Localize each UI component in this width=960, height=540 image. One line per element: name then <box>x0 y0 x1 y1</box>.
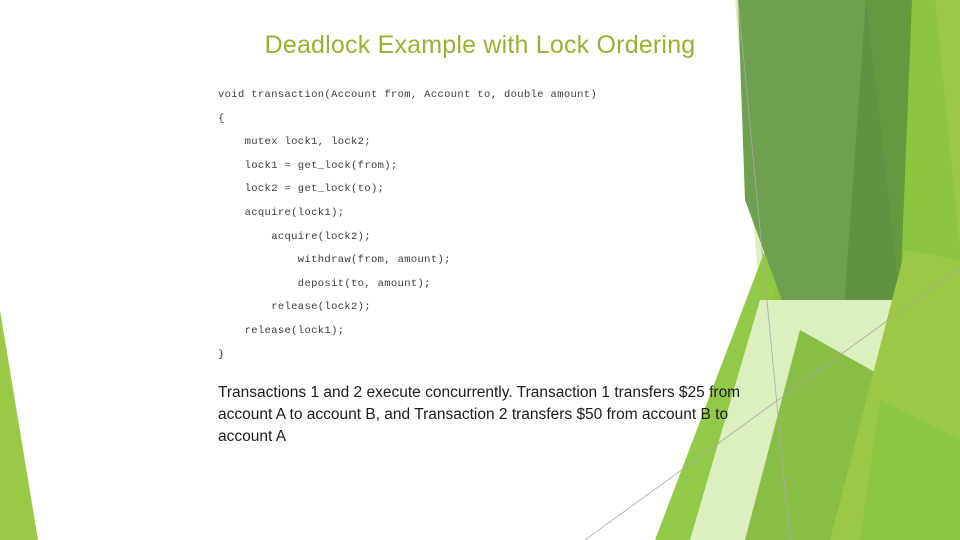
code-line: deposit(to, amount); <box>218 277 431 290</box>
bright-green-facet-lower-right <box>830 250 960 540</box>
slide-canvas: Deadlock Example with Lock Ordering void… <box>0 0 960 540</box>
code-line: withdraw(from, amount); <box>218 254 451 267</box>
soft-green-facet-lower <box>745 330 960 540</box>
code-line: } <box>218 348 225 361</box>
code-line: lock1 = get_lock(from); <box>218 159 398 172</box>
code-block: void transaction(Account from, Account t… <box>218 84 738 367</box>
bright-green-wedge-bottom-left <box>0 310 38 540</box>
code-line: acquire(lock1); <box>218 206 345 219</box>
sage-green-band <box>738 0 900 430</box>
code-line: mutex lock1, lock2; <box>218 136 371 149</box>
page-title: Deadlock Example with Lock Ordering <box>264 30 696 59</box>
light-green-band <box>700 0 960 540</box>
code-line: void transaction(Account from, Account t… <box>218 89 598 101</box>
body-paragraph: Transactions 1 and 2 execute concurrentl… <box>218 383 741 445</box>
code-line: lock2 = get_lock(to); <box>218 183 385 196</box>
code-line: release(lock1); <box>218 324 345 337</box>
code-line: { <box>218 112 225 125</box>
code-line: acquire(lock2); <box>218 230 371 243</box>
deep-green-overlap <box>836 0 912 420</box>
code-line: release(lock2); <box>218 301 371 314</box>
mid-green-triangle-bottom <box>860 400 960 540</box>
hairline-guide-vertical <box>737 0 791 540</box>
